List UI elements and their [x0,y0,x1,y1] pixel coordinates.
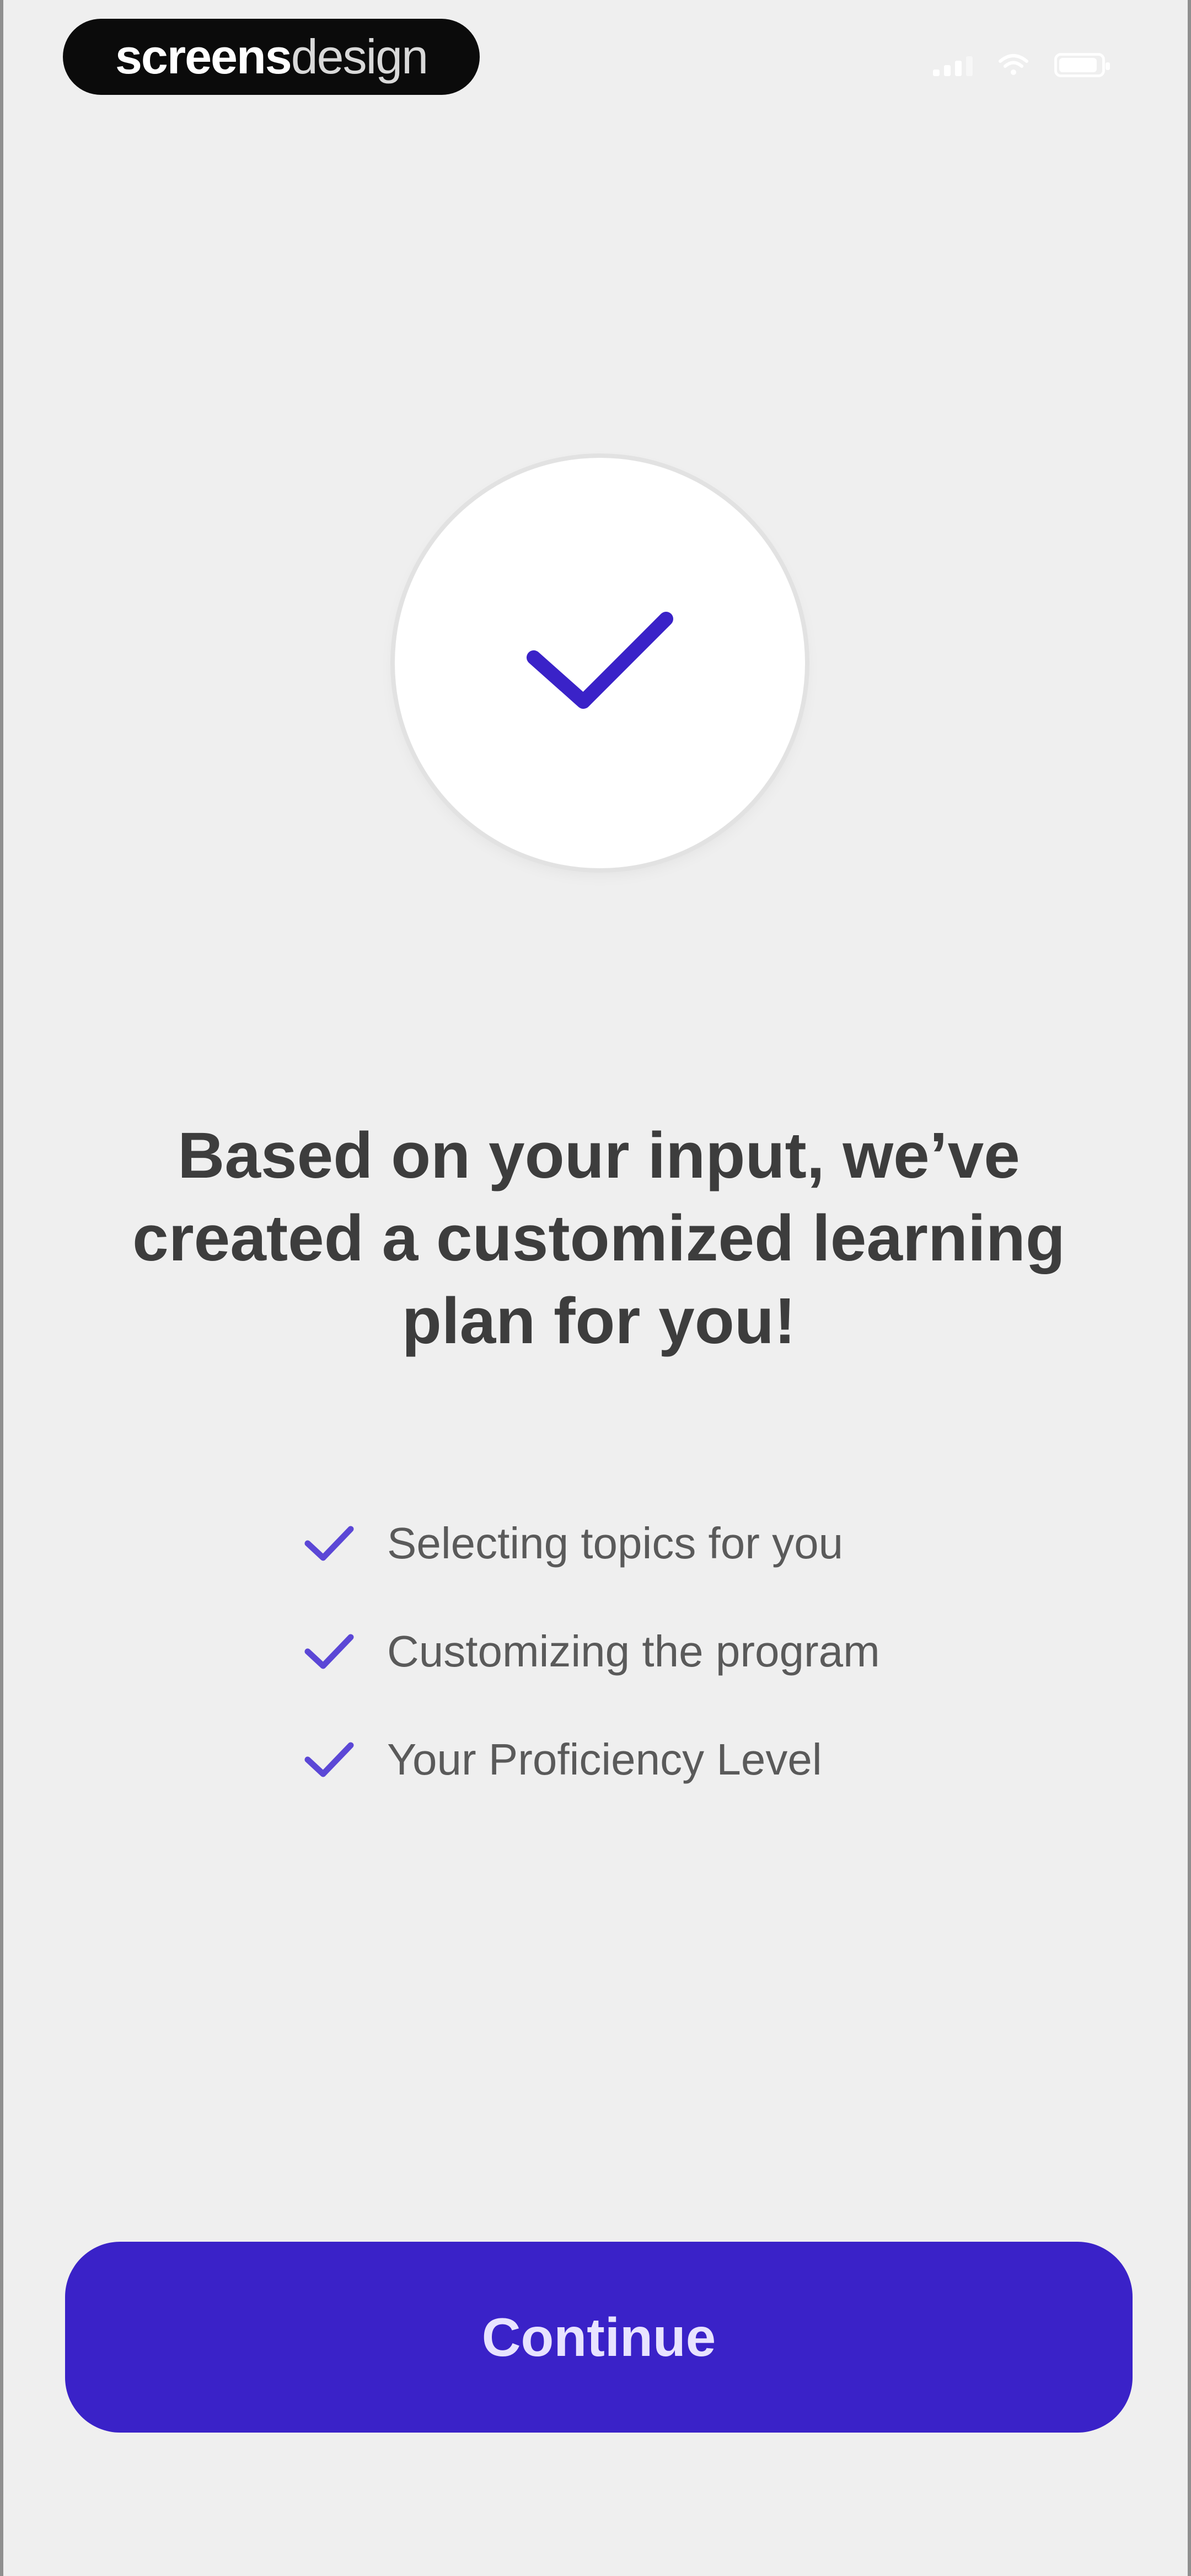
check-icon [304,1634,354,1669]
check-icon [304,1742,354,1777]
checkmark-icon [527,612,673,709]
success-badge [395,458,805,868]
progress-checklist: Selecting topics for you Customizing the… [301,1489,880,1814]
status-bar-icons [933,53,1110,77]
check-icon [304,1526,354,1561]
watermark-logo: screens design [63,19,480,95]
cellular-signal-icon [933,54,973,76]
headline: Based on your input, we’ve created a cus… [132,1119,1065,1358]
checklist-item-label: Selecting topics for you [387,1519,844,1568]
battery-icon [1054,53,1110,77]
wifi-icon [998,54,1029,77]
onboarding-screen: screens design Based on your input, we’ve… [0,0,1191,2576]
logo-text-light: design [291,29,428,84]
checklist-item: Selecting topics for you [301,1489,880,1597]
continue-button[interactable]: Continue [65,2242,1133,2433]
checklist-item: Customizing the program [301,1597,880,1706]
checklist-item-label: Customizing the program [387,1627,880,1676]
checklist-item: Your Proficiency Level [301,1706,880,1814]
logo-text-bold: screens [115,29,292,84]
checklist-item-label: Your Proficiency Level [387,1735,822,1784]
